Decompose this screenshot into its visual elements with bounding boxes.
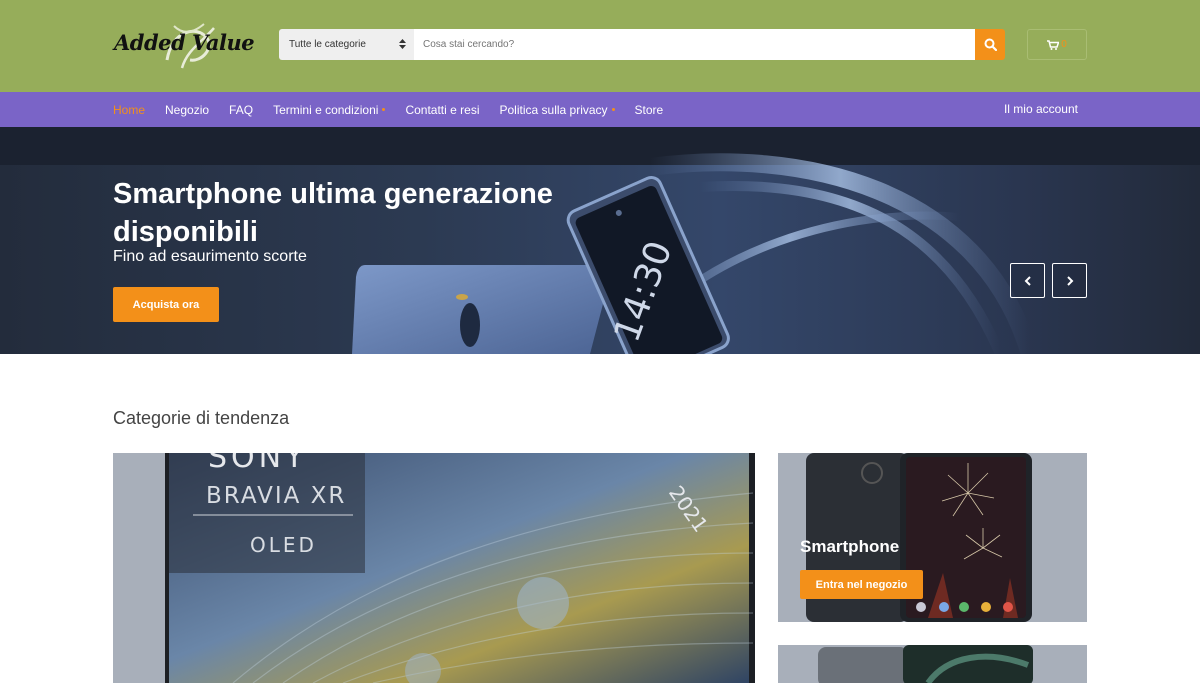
tv-type-text: OLED [250, 533, 317, 557]
enter-shop-button[interactable]: Entra nel negozio [800, 570, 923, 599]
nav-item-label: Termini e condizioni [273, 102, 379, 117]
nav-item-label: Negozio [165, 102, 210, 117]
nav-item-faq[interactable]: FAQ [229, 103, 253, 117]
dropdown-indicator-icon [611, 108, 615, 111]
nav-item-store[interactable]: Store [635, 103, 664, 117]
slider-prev-button[interactable] [1010, 263, 1045, 298]
shopping-cart-icon [1047, 39, 1060, 50]
nav-item-label: Store [634, 102, 664, 117]
chevron-left-icon [1024, 275, 1031, 286]
slider-next-button[interactable] [1052, 263, 1087, 298]
cart-count: 0 [1061, 39, 1067, 50]
dropdown-indicator-icon [382, 108, 386, 111]
nav-item-termini[interactable]: Termini e condizioni [273, 102, 386, 117]
header: Added Value Tutte le categorie 0 [0, 0, 1200, 92]
smartphone-card-title: Smartphone [800, 537, 900, 556]
hero-slider: 14:30 Smartphone ultima generazione disp… [0, 127, 1200, 354]
category-select-value: Tutte le categorie [289, 39, 366, 50]
nav-item-contatti[interactable]: Contatti e resi [405, 103, 479, 117]
tv-brand-text: SONY [208, 453, 307, 475]
hero-title: Smartphone ultima generazione disponibil… [113, 178, 553, 248]
search-bar: Tutte le categorie [279, 29, 1005, 60]
site-logo[interactable]: Added Value [112, 20, 257, 72]
nav-item-home[interactable]: Home [113, 103, 145, 117]
nav-item-privacy[interactable]: Politica sulla privacy [500, 103, 615, 117]
buy-now-button[interactable]: Acquista ora [113, 287, 219, 322]
category-card-3[interactable] [778, 645, 1087, 683]
nav-item-label: Contatti e resi [405, 102, 480, 117]
chevron-right-icon [1066, 275, 1073, 286]
main-nav: Home Negozio FAQ Termini e condizioni Co… [0, 92, 1200, 127]
nav-item-negozio[interactable]: Negozio [165, 103, 209, 117]
nav-menu: Home Negozio FAQ Termini e condizioni Co… [113, 92, 683, 127]
nav-item-label: Politica sulla privacy [499, 102, 608, 117]
search-button[interactable] [975, 29, 1005, 60]
category-select[interactable]: Tutte le categorie [279, 29, 414, 60]
hero-subtitle: Fino ad esaurimento scorte [113, 248, 307, 265]
nav-item-label: FAQ [229, 102, 254, 117]
nav-item-label: Home [113, 102, 146, 117]
updown-chevron-icon [399, 39, 406, 49]
category-card-smartphone[interactable]: Smartphone Entra nel negozio [778, 453, 1087, 622]
sony-tv-image: SONY BRAVIA XR OLED 2021 [165, 453, 755, 683]
category-card-tv[interactable]: SONY BRAVIA XR OLED 2021 [113, 453, 755, 683]
search-input[interactable] [414, 29, 975, 60]
logo-text: Added Value [114, 30, 255, 55]
category-card-image [818, 645, 1033, 683]
trending-categories-title: Categorie di tendenza [113, 408, 290, 428]
tv-model-text: BRAVIA XR [206, 483, 346, 509]
my-account-link[interactable]: Il mio account [1004, 92, 1078, 127]
cart-button[interactable]: 0 [1027, 29, 1087, 60]
search-icon [984, 38, 997, 51]
